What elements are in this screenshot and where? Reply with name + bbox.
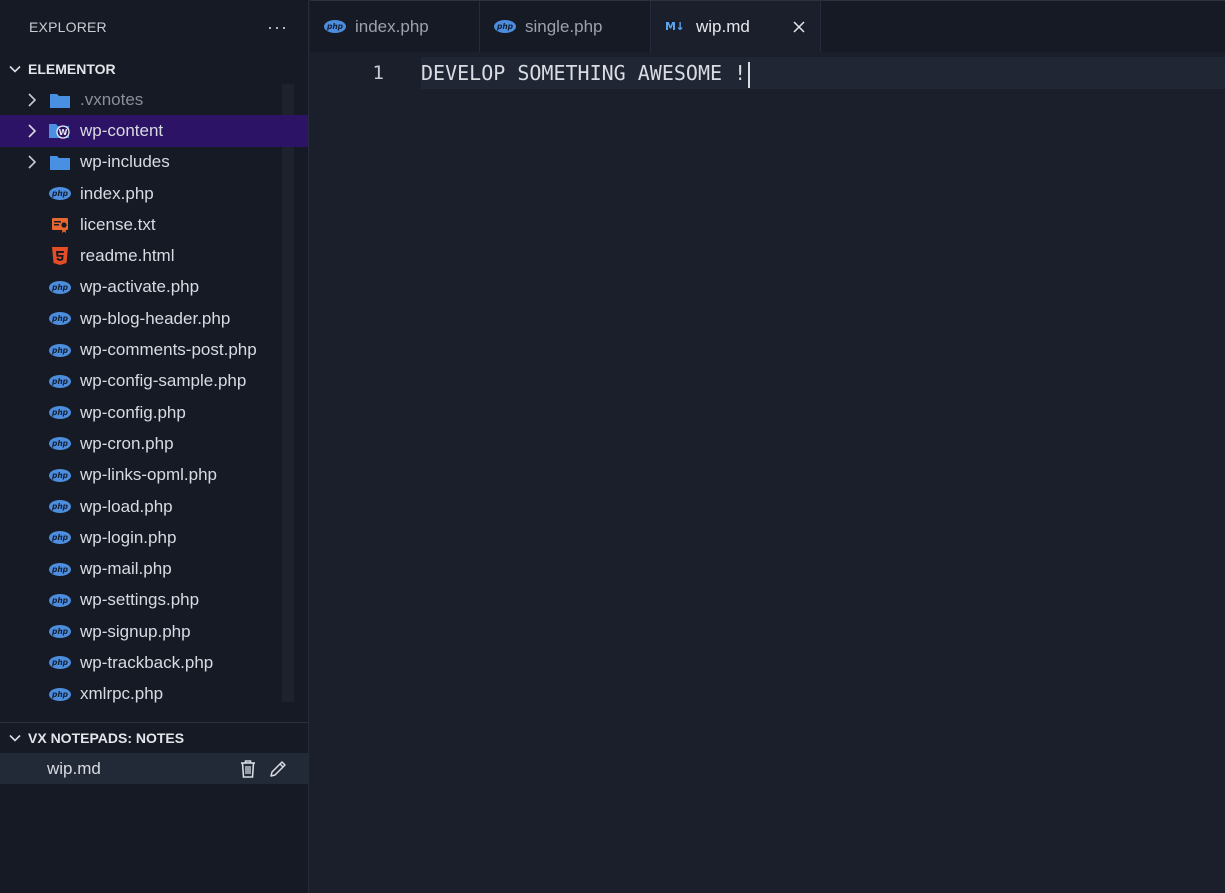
tree-item-label: wp-settings.php xyxy=(80,590,200,610)
tree-item-label: wp-load.php xyxy=(80,496,173,516)
text-cursor xyxy=(748,61,751,88)
tree-item-wp-content[interactable]: W wp-content xyxy=(0,115,308,147)
php-icon: php xyxy=(48,653,72,673)
editor-tabbar: php index.php php single.php M↓ wip.md xyxy=(310,0,1225,52)
tree-item-label: wp-includes xyxy=(80,152,170,172)
php-icon: php xyxy=(48,434,72,454)
notes-header[interactable]: VX NOTEPADS: NOTES xyxy=(0,723,308,753)
chevron-down-icon xyxy=(6,729,24,747)
notes-section: VX NOTEPADS: NOTES wip.md xyxy=(0,722,308,784)
tree-item-readme-html[interactable]: readme.html xyxy=(0,240,308,271)
editor-line[interactable]: 1 DEVELOP SOMETHING AWESOME ! xyxy=(310,57,1225,89)
php-icon: php xyxy=(494,20,516,33)
certificate-icon xyxy=(48,215,72,235)
note-item-wip-md[interactable]: wip.md xyxy=(0,753,308,784)
tree-item-label: index.php xyxy=(80,183,154,203)
tree-item-wp-settings-php[interactable]: php wp-settings.php xyxy=(0,585,308,616)
tab-label: single.php xyxy=(525,16,603,36)
wordpress-folder-icon: W xyxy=(48,121,72,141)
tree-item-label: wp-links-opml.php xyxy=(80,465,217,485)
explorer-header: EXPLORER ··· xyxy=(0,0,308,54)
markdown-icon: M↓ xyxy=(665,20,685,33)
tree-item-wp-load-php[interactable]: php wp-load.php xyxy=(0,491,308,522)
tree-item-label: wp-comments-post.php xyxy=(80,340,257,360)
folder-icon xyxy=(48,90,72,110)
html5-icon xyxy=(48,246,72,266)
php-icon: php xyxy=(324,20,346,33)
tree-item-label: wp-blog-header.php xyxy=(80,308,231,328)
chevron-down-icon xyxy=(6,60,24,78)
tree-item-wp-config-php[interactable]: php wp-config.php xyxy=(0,397,308,428)
php-icon: php xyxy=(48,622,72,642)
tree-item-label: wp-trackback.php xyxy=(80,652,214,672)
more-actions-icon[interactable]: ··· xyxy=(267,18,288,36)
tree-item-wp-login-php[interactable]: php wp-login.php xyxy=(0,522,308,553)
tree-item-vxnotes[interactable]: .vxnotes xyxy=(0,84,308,115)
tab-index-php[interactable]: php index.php xyxy=(310,1,480,52)
php-icon: php xyxy=(48,277,72,297)
tree-item-wp-signup-php[interactable]: php wp-signup.php xyxy=(0,616,308,647)
php-icon: php xyxy=(48,559,72,579)
file-tree: .vxnotes W wp-content wp-includes php in… xyxy=(0,84,308,712)
folder-icon xyxy=(48,152,72,172)
explorer-sidebar: EXPLORER ··· ELEMENTOR .vxnotes W wp-con… xyxy=(0,0,309,893)
tree-item-wp-includes[interactable]: wp-includes xyxy=(0,147,308,178)
svg-text:W: W xyxy=(59,128,68,137)
tree-item-wp-cron-php[interactable]: php wp-cron.php xyxy=(0,428,308,459)
tree-item-label: wp-config-sample.php xyxy=(80,371,247,391)
chevron-right-icon xyxy=(24,154,40,170)
php-icon: php xyxy=(48,497,72,517)
tree-item-label: license.txt xyxy=(80,214,156,234)
tree-item-label: .vxnotes xyxy=(80,89,144,109)
tab-label: index.php xyxy=(355,16,429,36)
tree-item-label: wp-login.php xyxy=(80,527,177,547)
tab-single-php[interactable]: php single.php xyxy=(480,1,651,52)
php-icon: php xyxy=(48,590,72,610)
php-icon: php xyxy=(48,528,72,548)
tree-item-label: wp-config.php xyxy=(80,402,186,422)
tree-item-wp-mail-php[interactable]: php wp-mail.php xyxy=(0,553,308,584)
tab-wip-md[interactable]: M↓ wip.md xyxy=(651,1,821,52)
notes-title: VX NOTEPADS: NOTES xyxy=(28,730,185,746)
tree-item-wp-comments-post-php[interactable]: php wp-comments-post.php xyxy=(0,334,308,365)
pencil-icon[interactable] xyxy=(268,759,288,779)
tree-item-label: wp-cron.php xyxy=(80,433,174,453)
tab-label: wip.md xyxy=(696,16,750,36)
editor-area[interactable]: 1 DEVELOP SOMETHING AWESOME ! xyxy=(310,52,1225,893)
line-text: DEVELOP SOMETHING AWESOME ! xyxy=(421,61,747,85)
php-icon: php xyxy=(48,684,72,704)
tree-item-label: readme.html xyxy=(80,246,175,266)
php-icon: php xyxy=(48,465,72,485)
explorer-title: EXPLORER xyxy=(29,19,107,35)
php-icon: php xyxy=(48,403,72,423)
tree-item-index-php[interactable]: php index.php xyxy=(0,178,308,209)
tree-item-wp-config-sample-php[interactable]: php wp-config-sample.php xyxy=(0,366,308,397)
note-label: wip.md xyxy=(47,758,101,778)
workspace-header[interactable]: ELEMENTOR xyxy=(0,54,308,84)
line-number: 1 xyxy=(372,62,384,84)
tree-item-license-txt[interactable]: license.txt xyxy=(0,209,308,240)
close-icon[interactable] xyxy=(790,18,808,36)
tree-item-wp-links-opml-php[interactable]: php wp-links-opml.php xyxy=(0,460,308,491)
tree-item-label: wp-content xyxy=(80,120,164,140)
tree-item-wp-blog-header-php[interactable]: php wp-blog-header.php xyxy=(0,303,308,334)
note-actions xyxy=(238,759,288,779)
line-text-wrap[interactable]: DEVELOP SOMETHING AWESOME ! xyxy=(421,57,751,89)
tree-item-xmlrpc-php[interactable]: php xmlrpc.php xyxy=(0,679,308,710)
tree-item-wp-trackback-php[interactable]: php wp-trackback.php xyxy=(0,647,308,678)
php-icon: php xyxy=(48,371,72,391)
workspace-name: ELEMENTOR xyxy=(28,61,116,77)
tree-item-label: xmlrpc.php xyxy=(80,684,164,704)
chevron-right-icon xyxy=(24,123,40,139)
tree-item-wp-activate-php[interactable]: php wp-activate.php xyxy=(0,272,308,303)
tree-item-label: wp-signup.php xyxy=(80,621,191,641)
tree-item-label: wp-activate.php xyxy=(80,277,200,297)
php-icon: php xyxy=(48,309,72,329)
php-icon: php xyxy=(48,184,72,204)
chevron-right-icon xyxy=(24,92,40,108)
tree-item-label: wp-mail.php xyxy=(80,559,172,579)
trash-icon[interactable] xyxy=(238,759,258,779)
php-icon: php xyxy=(48,340,72,360)
